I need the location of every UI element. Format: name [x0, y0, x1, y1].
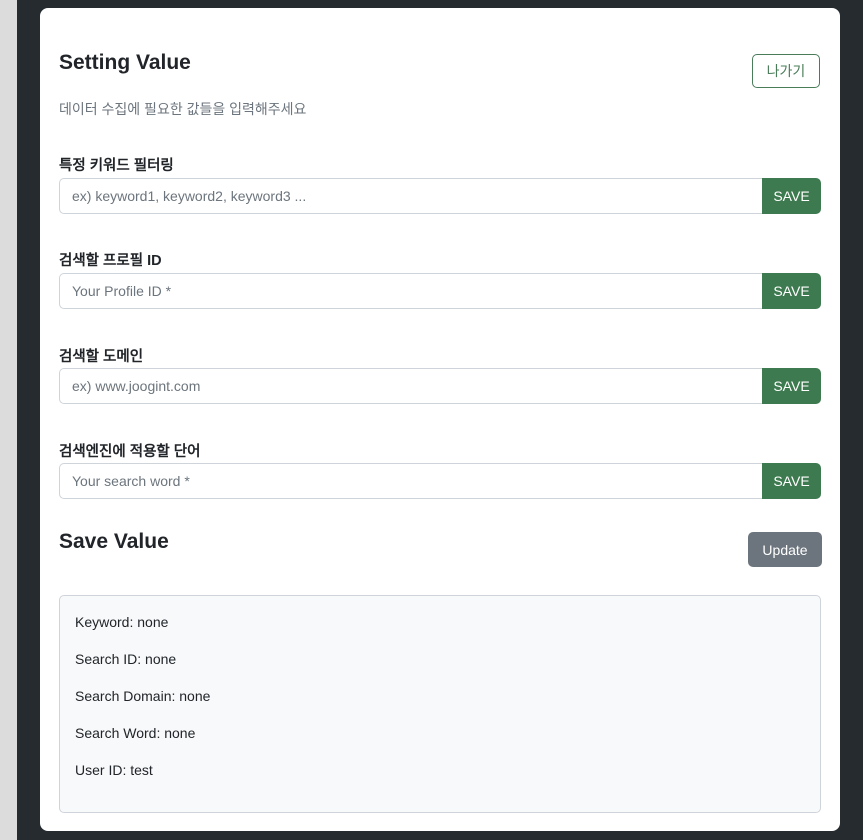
- saved-search-domain-line: Search Domain: none: [75, 688, 211, 704]
- profile-id-label: 검색할 프로필 ID: [59, 253, 162, 269]
- profile-id-input[interactable]: [59, 273, 762, 309]
- saved-values-panel: Keyword: none Search ID: none Search Dom…: [59, 595, 821, 813]
- profile-id-save-button[interactable]: SAVE: [762, 273, 821, 309]
- saved-search-word-line: Search Word: none: [75, 725, 196, 741]
- search-word-group: SAVE: [59, 463, 821, 499]
- settings-card: Setting Value 나가기 데이터 수집에 필요한 값들을 입력해주세요…: [40, 8, 840, 831]
- page-title: Setting Value: [59, 51, 191, 74]
- keyword-filter-input[interactable]: [59, 178, 762, 214]
- search-word-label: 검색엔진에 적용할 단어: [59, 444, 201, 460]
- keyword-filter-group: SAVE: [59, 178, 821, 214]
- search-word-save-button[interactable]: SAVE: [762, 463, 821, 499]
- domain-input[interactable]: [59, 368, 762, 404]
- update-button[interactable]: Update: [748, 532, 822, 567]
- exit-button[interactable]: 나가기: [752, 54, 820, 88]
- page-left-margin: [0, 0, 17, 840]
- domain-save-button[interactable]: SAVE: [762, 368, 821, 404]
- page-subtitle: 데이터 수집에 필요한 값들을 입력해주세요: [59, 101, 307, 117]
- save-value-title: Save Value: [59, 530, 169, 553]
- search-word-input[interactable]: [59, 463, 762, 499]
- saved-search-id-line: Search ID: none: [75, 651, 177, 667]
- profile-id-group: SAVE: [59, 273, 821, 309]
- domain-group: SAVE: [59, 368, 821, 404]
- keyword-save-button[interactable]: SAVE: [762, 178, 821, 214]
- saved-user-id-line: User ID: test: [75, 762, 153, 778]
- keyword-filter-label: 특정 키워드 필터링: [59, 158, 174, 174]
- saved-keyword-line: Keyword: none: [75, 614, 169, 630]
- domain-label: 검색할 도메인: [59, 349, 144, 365]
